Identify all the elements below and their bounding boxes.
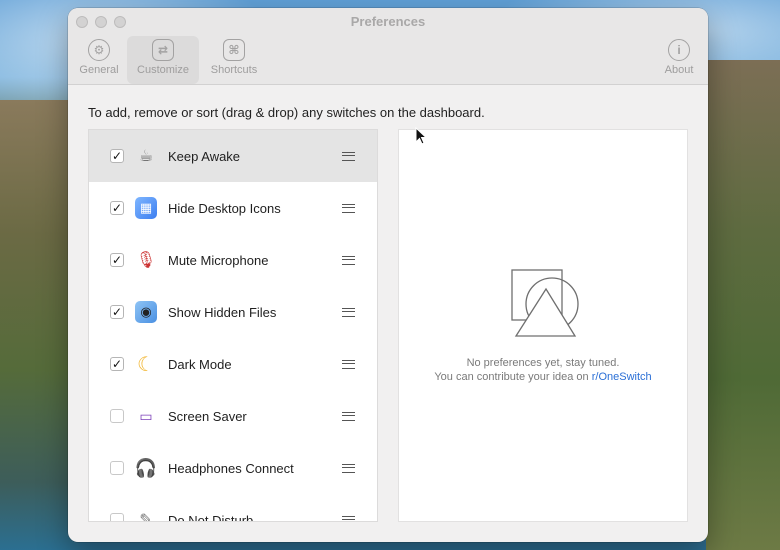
empty-state-message: No preferences yet, stay tuned. (466, 357, 620, 369)
drag-handle-icon[interactable] (342, 203, 355, 213)
tab-shortcuts-label: Shortcuts (210, 64, 258, 76)
drag-handle-icon[interactable] (342, 151, 355, 161)
title-bar: Preferences ⚙ General ⇄ Customize ⌘ Shor… (68, 8, 708, 85)
switches-list[interactable]: ✓ ☕ Keep Awake ✓ ▦ Hide Desktop Icons ✓ … (88, 129, 378, 522)
switch-checkbox[interactable]: ✓ (110, 149, 124, 163)
switch-checkbox[interactable]: ✓ (110, 357, 124, 371)
sliders-icon: ⇄ (152, 39, 174, 61)
empty-state-shapes-icon (511, 269, 579, 337)
switch-row-do-not-disturb[interactable]: ✎ Do Not Disturb (89, 494, 377, 522)
eye-icon: ◉ (135, 301, 157, 323)
switch-row-dark-mode[interactable]: ✓ ☾ Dark Mode (89, 338, 377, 390)
drag-handle-icon[interactable] (342, 307, 355, 317)
switch-row-hide-desktop-icons[interactable]: ✓ ▦ Hide Desktop Icons (89, 182, 377, 234)
switch-label: Hide Desktop Icons (168, 200, 281, 216)
tab-about-label: About (664, 64, 694, 76)
switch-row-show-hidden-files[interactable]: ✓ ◉ Show Hidden Files (89, 286, 377, 338)
desktop-grid-icon: ▦ (135, 197, 157, 219)
coffee-cup-icon: ☕ (138, 148, 154, 165)
instructions-text: To add, remove or sort (drag & drop) any… (88, 105, 485, 120)
preferences-window: Preferences ⚙ General ⇄ Customize ⌘ Shor… (68, 8, 708, 542)
switch-label: Screen Saver (168, 408, 247, 424)
tab-shortcuts[interactable]: ⌘ Shortcuts (205, 36, 263, 84)
mouse-cursor-icon (415, 127, 427, 145)
switch-checkbox[interactable]: ✓ (110, 253, 124, 267)
switch-checkbox[interactable] (110, 409, 124, 423)
moon-icon: ☾ (137, 353, 155, 376)
switch-label: Keep Awake (168, 148, 241, 164)
switch-checkbox[interactable] (110, 513, 124, 521)
desktop-wallpaper-right (706, 60, 780, 550)
switch-label: Show Hidden Files (168, 304, 277, 320)
switch-checkbox[interactable]: ✓ (110, 201, 124, 215)
drag-handle-icon[interactable] (342, 359, 355, 369)
command-icon: ⌘ (223, 39, 245, 61)
switch-label: Headphones Connect (168, 460, 294, 476)
bell-slash-icon: ✎ (139, 512, 153, 522)
switch-label: Do Not Disturb (168, 512, 254, 522)
switch-row-keep-awake[interactable]: ✓ ☕ Keep Awake (89, 130, 377, 182)
detail-panel: No preferences yet, stay tuned. You can … (398, 129, 688, 522)
monitor-icon: ▭ (139, 407, 153, 424)
empty-state-contribute: You can contribute your idea on r/OneSwi… (399, 371, 687, 383)
headphones-icon: 🎧 (134, 457, 158, 478)
oneswitch-link[interactable]: r/OneSwitch (592, 371, 652, 383)
drag-handle-icon[interactable] (342, 411, 355, 421)
drag-handle-icon[interactable] (342, 515, 355, 521)
contribute-text: You can contribute your idea on (434, 371, 592, 383)
info-icon: i (668, 39, 690, 61)
tab-customize[interactable]: ⇄ Customize (127, 36, 199, 84)
switch-row-mute-microphone[interactable]: ✓ 🎙 Mute Microphone (89, 234, 377, 286)
tab-customize-label: Customize (137, 64, 189, 76)
tab-about[interactable]: i About (658, 36, 700, 84)
switch-label: Dark Mode (168, 356, 232, 372)
switch-row-screen-saver[interactable]: ▭ Screen Saver (89, 390, 377, 442)
drag-handle-icon[interactable] (342, 255, 355, 265)
switch-checkbox[interactable] (110, 461, 124, 475)
switch-checkbox[interactable]: ✓ (110, 305, 124, 319)
tab-general-label: General (79, 64, 119, 76)
switch-row-headphones-connect[interactable]: 🎧 Headphones Connect (89, 442, 377, 494)
switch-label: Mute Microphone (168, 252, 269, 268)
microphone-muted-icon: 🎙 (135, 252, 157, 269)
drag-handle-icon[interactable] (342, 463, 355, 473)
tab-general[interactable]: ⚙ General (76, 36, 122, 84)
window-title: Preferences (350, 14, 426, 29)
gear-icon: ⚙ (88, 39, 110, 61)
